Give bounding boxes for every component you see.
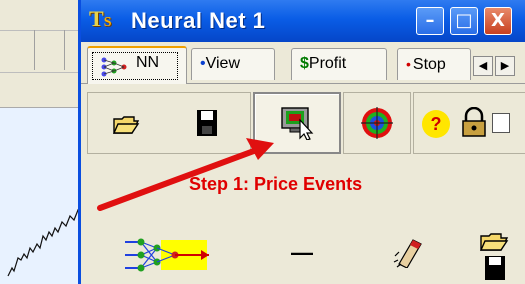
annotation-arrow [97,138,274,211]
